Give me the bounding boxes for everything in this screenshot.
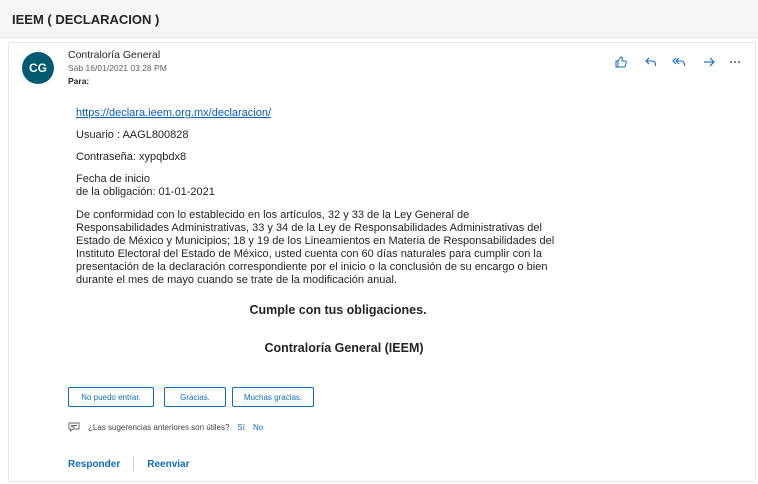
- avatar[interactable]: CG: [22, 52, 54, 84]
- reply-button[interactable]: Responder: [68, 459, 120, 470]
- footer-divider: [133, 457, 135, 471]
- reply-all-icon[interactable]: [670, 54, 688, 70]
- suggested-reply-2[interactable]: Gracias.: [164, 387, 226, 407]
- subject-bar: IEEM ( DECLARACION ): [0, 0, 758, 38]
- feedback-no[interactable]: No: [253, 423, 263, 432]
- comment-icon: [68, 422, 80, 432]
- usuario-text: Usuario : AAGL800828: [76, 129, 189, 141]
- bold-line-1: Cumple con tus obligaciones.: [249, 303, 427, 317]
- sender-name[interactable]: Contraloría General: [68, 49, 160, 61]
- bold-line-2: Contraloría General (IEEM): [264, 341, 424, 355]
- to-label: Para:: [68, 76, 90, 86]
- declaracion-link[interactable]: https://declara.ieem.org.mx/declaracion/: [76, 107, 271, 119]
- footer-actions: Responder Reenviar: [68, 457, 189, 471]
- like-icon[interactable]: [612, 54, 630, 70]
- message-date: Sáb 16/01/2021 03:28 PM: [68, 63, 167, 73]
- forward-button[interactable]: Reenviar: [147, 459, 189, 470]
- suggestions-feedback: ¿Las sugerencias anteriores son útiles? …: [68, 422, 263, 432]
- more-icon[interactable]: [726, 54, 744, 70]
- contrasena-text: Contraseña: xypqbdx8: [76, 151, 187, 163]
- body-link-container: https://declara.ieem.org.mx/declaracion/: [76, 107, 616, 120]
- feedback-yes[interactable]: Sí: [237, 423, 245, 432]
- suggested-reply-1[interactable]: No puedo entrar.: [68, 387, 154, 407]
- feedback-question: ¿Las sugerencias anteriores son útiles?: [88, 422, 230, 432]
- email-subject: IEEM ( DECLARACION ): [12, 12, 160, 27]
- body-paragraph: De conformidad con lo establecido en los…: [76, 209, 555, 286]
- suggested-reply-3[interactable]: Muchas gracias.: [232, 387, 314, 407]
- fecha-text: Fecha de inicio de la obligación: 01-01-…: [76, 173, 215, 198]
- reply-icon[interactable]: [642, 54, 660, 70]
- forward-icon[interactable]: [700, 54, 718, 70]
